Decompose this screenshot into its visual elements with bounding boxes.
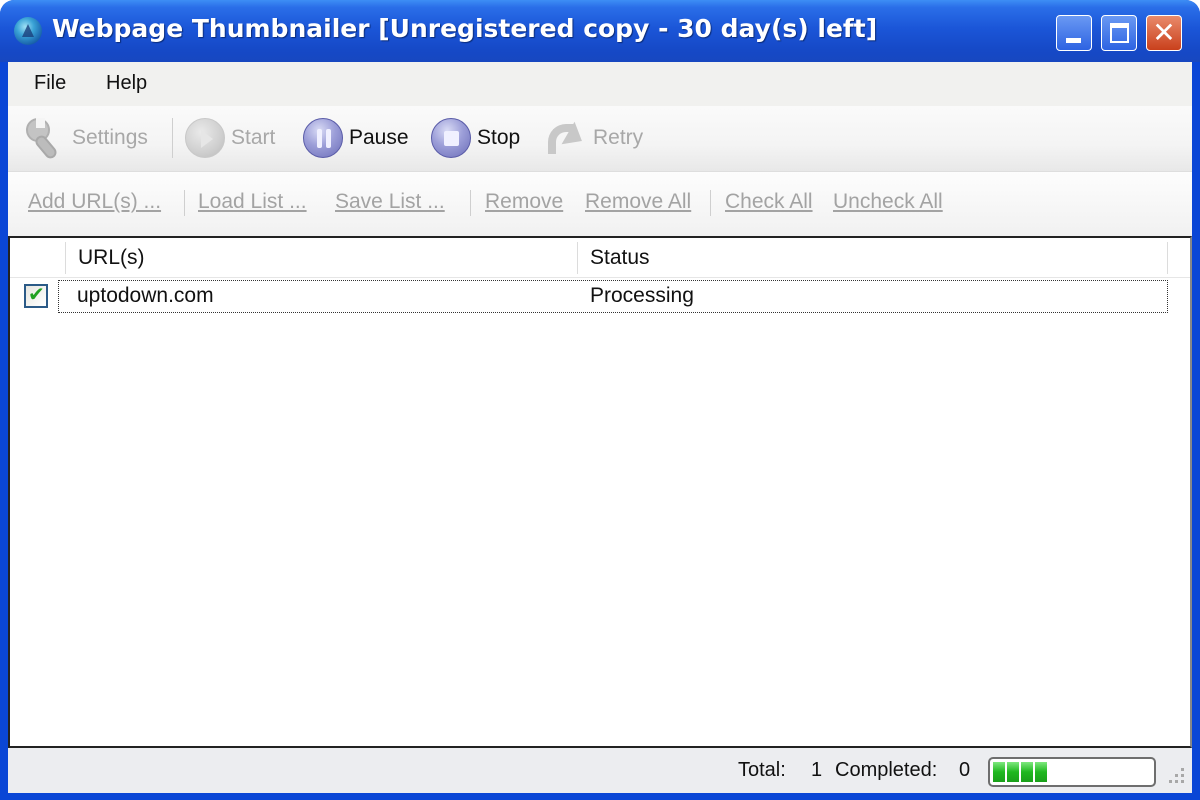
status-bar: Total: 1 Completed: 0	[8, 748, 1192, 793]
check-icon: ✔	[28, 282, 45, 306]
play-icon	[185, 118, 225, 158]
start-button[interactable]: Start	[185, 116, 275, 160]
link-bar: Add URL(s) ... Load List ... Save List .…	[8, 172, 1192, 236]
progress-bar	[988, 757, 1156, 787]
column-separator[interactable]	[65, 242, 66, 274]
total-value: 1	[811, 759, 823, 781]
link-separator	[470, 190, 471, 216]
retry-label: Retry	[593, 126, 644, 149]
close-icon: ✕	[1152, 16, 1176, 49]
settings-label: Settings	[72, 126, 148, 149]
check-all-link[interactable]: Check All	[725, 190, 813, 214]
close-button[interactable]: ✕	[1146, 15, 1182, 51]
menu-file[interactable]: File	[34, 72, 66, 95]
row-status: Processing	[590, 284, 694, 307]
maximize-icon	[1110, 23, 1129, 43]
link-separator	[184, 190, 185, 216]
app-icon	[14, 17, 42, 45]
menu-bar: File Help	[8, 62, 1192, 106]
column-header-status[interactable]: Status	[590, 246, 650, 270]
completed-value: 0	[959, 759, 971, 781]
uncheck-all-link[interactable]: Uncheck All	[833, 190, 943, 214]
wrench-icon	[24, 116, 66, 161]
app-window: Webpage Thumbnailer [Unregistered copy -…	[0, 0, 1200, 800]
maximize-button[interactable]	[1101, 15, 1137, 51]
row-checkbox[interactable]: ✔	[24, 282, 48, 308]
progress-segment	[1035, 762, 1047, 782]
list-header: URL(s) Status	[10, 238, 1190, 278]
progress-segment	[1007, 762, 1019, 782]
settings-button[interactable]: Settings	[24, 116, 148, 161]
remove-all-link[interactable]: Remove All	[585, 190, 691, 214]
resize-grip[interactable]	[1166, 766, 1186, 786]
save-list-link[interactable]: Save List ...	[335, 190, 445, 214]
menu-help[interactable]: Help	[106, 72, 147, 95]
title-bar[interactable]: Webpage Thumbnailer [Unregistered copy -…	[0, 0, 1200, 62]
client-area: File Help Settings Start Pause Stop Retr…	[8, 62, 1192, 793]
remove-link[interactable]: Remove	[485, 190, 563, 214]
minimize-button[interactable]	[1056, 15, 1092, 51]
total-label: Total:	[738, 759, 786, 781]
toolbar: Settings Start Pause Stop Retry	[8, 106, 1192, 172]
load-list-link[interactable]: Load List ...	[198, 190, 307, 214]
progress-segment	[993, 762, 1005, 782]
pause-label: Pause	[349, 126, 409, 149]
row-url: uptodown.com	[77, 284, 214, 307]
start-label: Start	[231, 126, 276, 149]
add-urls-link[interactable]: Add URL(s) ...	[28, 190, 161, 214]
pause-icon	[303, 118, 343, 158]
retry-button[interactable]: Retry	[545, 116, 643, 160]
completed-label: Completed:	[835, 759, 938, 781]
window-title: Webpage Thumbnailer [Unregistered copy -…	[52, 14, 878, 43]
retry-icon	[545, 118, 589, 158]
progress-fill	[993, 762, 1151, 782]
column-separator[interactable]	[1167, 242, 1168, 274]
stop-button[interactable]: Stop	[431, 116, 520, 160]
column-separator[interactable]	[577, 242, 578, 274]
stop-icon	[431, 118, 471, 158]
link-separator	[710, 190, 711, 216]
url-list[interactable]: URL(s) Status ✔ uptodown.com Processing	[8, 236, 1192, 748]
pause-button[interactable]: Pause	[303, 116, 409, 160]
stop-label: Stop	[477, 126, 521, 149]
toolbar-separator	[172, 118, 173, 158]
column-header-urls[interactable]: URL(s)	[78, 246, 145, 270]
minimize-icon	[1066, 38, 1081, 43]
progress-segment	[1021, 762, 1033, 782]
